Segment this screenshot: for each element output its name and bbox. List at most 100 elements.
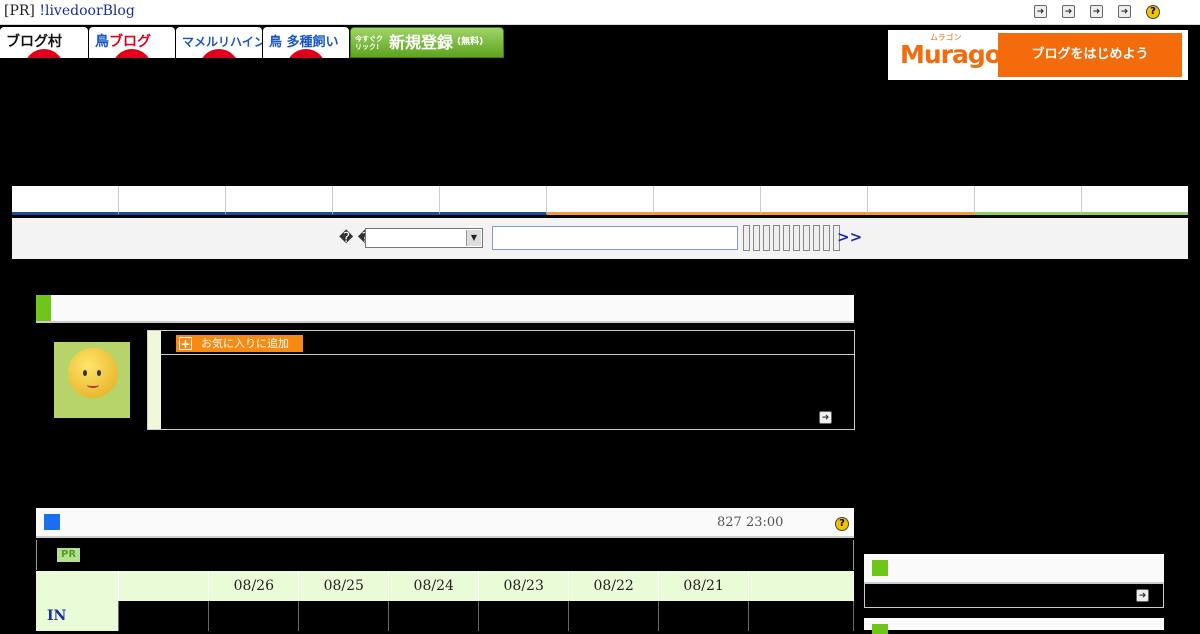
pr-strip: PR <box>36 540 854 570</box>
bird-blog-label-a: 鳥 <box>95 34 109 50</box>
nav-tab[interactable] <box>1082 186 1188 215</box>
search-option[interactable] <box>783 225 790 251</box>
sidebar-box-header <box>864 554 1164 584</box>
sidebar-box-header <box>864 618 1164 634</box>
access-section-header: 827 23:00 ? <box>36 508 854 538</box>
livedoor-blog-link[interactable]: !livedoorBlog <box>39 3 134 19</box>
table-cell <box>748 601 854 631</box>
mameruri-label: マメルリハインコ <box>182 35 262 49</box>
nav-tab[interactable] <box>547 186 654 215</box>
search-option[interactable] <box>823 225 830 251</box>
pr-text: [PR] !livedoorBlog <box>4 3 135 19</box>
section-marker <box>872 624 888 634</box>
nav-tab[interactable] <box>975 186 1082 215</box>
row-label-in: IN <box>36 601 120 631</box>
tashu-banner[interactable]: 鳥 多種飼い <box>263 27 349 58</box>
search-option[interactable] <box>763 225 770 251</box>
sidebar-box-body: ➜ <box>864 584 1164 608</box>
muragon-ad[interactable]: ムラゴン Muragon ブログをはじめよう <box>888 30 1188 80</box>
column-header <box>118 571 210 601</box>
avatar-ball <box>68 348 118 398</box>
next-arrow-icon[interactable]: ➜ <box>1118 5 1131 18</box>
nav-tab[interactable] <box>761 186 868 215</box>
table-cell <box>208 601 300 631</box>
profile-box-side <box>148 331 161 429</box>
search-go-button[interactable]: >> <box>837 228 862 246</box>
help-icon[interactable]: ? <box>1146 5 1160 19</box>
pr-badge[interactable]: PR <box>57 548 80 562</box>
muragon-cta-button[interactable]: ブログをはじめよう <box>998 33 1182 77</box>
nav-tab[interactable] <box>654 186 761 215</box>
top-bar: [PR] !livedoorBlog ➜ ➜ ➜ ➜ ? <box>0 0 1200 25</box>
search-option[interactable] <box>773 225 780 251</box>
register-banner[interactable]: 今すぐクリック! 新規登録 (無料) <box>350 27 504 58</box>
search-category-select[interactable]: ▼ <box>365 228 483 248</box>
column-header <box>36 571 120 601</box>
add-favorite-label: お気に入りに追加 <box>201 337 289 350</box>
nav-tab[interactable] <box>119 186 226 215</box>
help-icon[interactable]: ? <box>835 517 849 531</box>
banner-red-dot <box>24 49 64 58</box>
table-cell <box>658 601 750 631</box>
register-free-label: (無料) <box>457 37 484 47</box>
profile-section-header <box>36 295 854 323</box>
search-input[interactable] <box>492 226 738 250</box>
banner-red-dot <box>199 49 239 58</box>
add-favorite-button[interactable]: + お気に入りに追加 <box>176 335 303 352</box>
avatar[interactable] <box>54 342 130 418</box>
column-header: 08/23 <box>478 571 570 601</box>
plus-icon: + <box>179 337 192 351</box>
section-marker <box>872 560 888 576</box>
table-cell <box>478 601 570 631</box>
next-arrow-icon[interactable]: ➜ <box>1062 5 1075 18</box>
mameruri-banner[interactable]: マメルリハインコ <box>176 27 262 58</box>
next-arrow-icon[interactable]: ➜ <box>1090 5 1103 18</box>
profile-box: + お気に入りに追加 ➜ <box>147 330 855 430</box>
access-table: 08/26 08/25 08/24 08/23 08/22 08/21 IN <box>36 571 854 631</box>
blogmura-label: ブログ村 <box>6 34 62 50</box>
table-cell <box>298 601 390 631</box>
column-header: 08/22 <box>568 571 660 601</box>
blogmura-banner[interactable]: ブログ村 <box>0 27 88 58</box>
column-header <box>748 571 854 601</box>
search-option[interactable] <box>793 225 800 251</box>
column-header: 08/25 <box>298 571 390 601</box>
sidebar-box: ➜ <box>864 554 1164 608</box>
pr-prefix: [PR] <box>4 3 40 19</box>
nav-tab[interactable] <box>440 186 547 215</box>
divider <box>161 354 854 355</box>
search-option[interactable] <box>743 225 750 251</box>
tashu-label: 鳥 多種飼い <box>269 35 339 50</box>
search-option[interactable] <box>753 225 760 251</box>
column-header: 08/21 <box>658 571 750 601</box>
section-marker <box>44 514 60 530</box>
search-bar: � � ▼ >> <box>12 218 1188 259</box>
nav-tab[interactable] <box>333 186 440 215</box>
top-icons: ➜ ➜ ➜ ➜ ? <box>1034 5 1160 19</box>
next-arrow-icon[interactable]: ➜ <box>819 411 832 424</box>
table-header-row: 08/26 08/25 08/24 08/23 08/22 08/21 <box>36 571 854 601</box>
next-arrow-icon[interactable]: ➜ <box>1136 589 1149 602</box>
register-small-label: 今すぐクリック! <box>355 34 383 51</box>
bird-blog-label-b: ブログ <box>109 34 151 50</box>
avatar-eye <box>97 370 101 376</box>
nav-tab[interactable] <box>12 186 119 215</box>
bird-blog-banner[interactable]: 鳥ブログ <box>89 27 175 58</box>
register-label: 新規登録 <box>389 33 454 52</box>
banner-red-dot <box>286 49 326 58</box>
category-nav <box>12 186 1188 215</box>
blogmura-banners: ブログ村 鳥ブログ マメルリハインコ 鳥 多種飼い 今すぐクリック! 新規登録 … <box>0 27 505 58</box>
table-cell <box>388 601 480 631</box>
chevron-down-icon[interactable]: ▼ <box>466 230 481 246</box>
next-arrow-icon[interactable]: ➜ <box>1034 5 1047 18</box>
banner-red-dot <box>112 49 152 58</box>
avatar-eye <box>83 370 87 376</box>
section-marker <box>36 295 51 321</box>
nav-tab[interactable] <box>226 186 333 215</box>
search-option[interactable] <box>813 225 820 251</box>
search-options <box>743 225 840 251</box>
nav-tab[interactable] <box>868 186 975 215</box>
search-option[interactable] <box>803 225 810 251</box>
column-header: 08/26 <box>208 571 300 601</box>
avatar-mouth <box>87 382 99 388</box>
